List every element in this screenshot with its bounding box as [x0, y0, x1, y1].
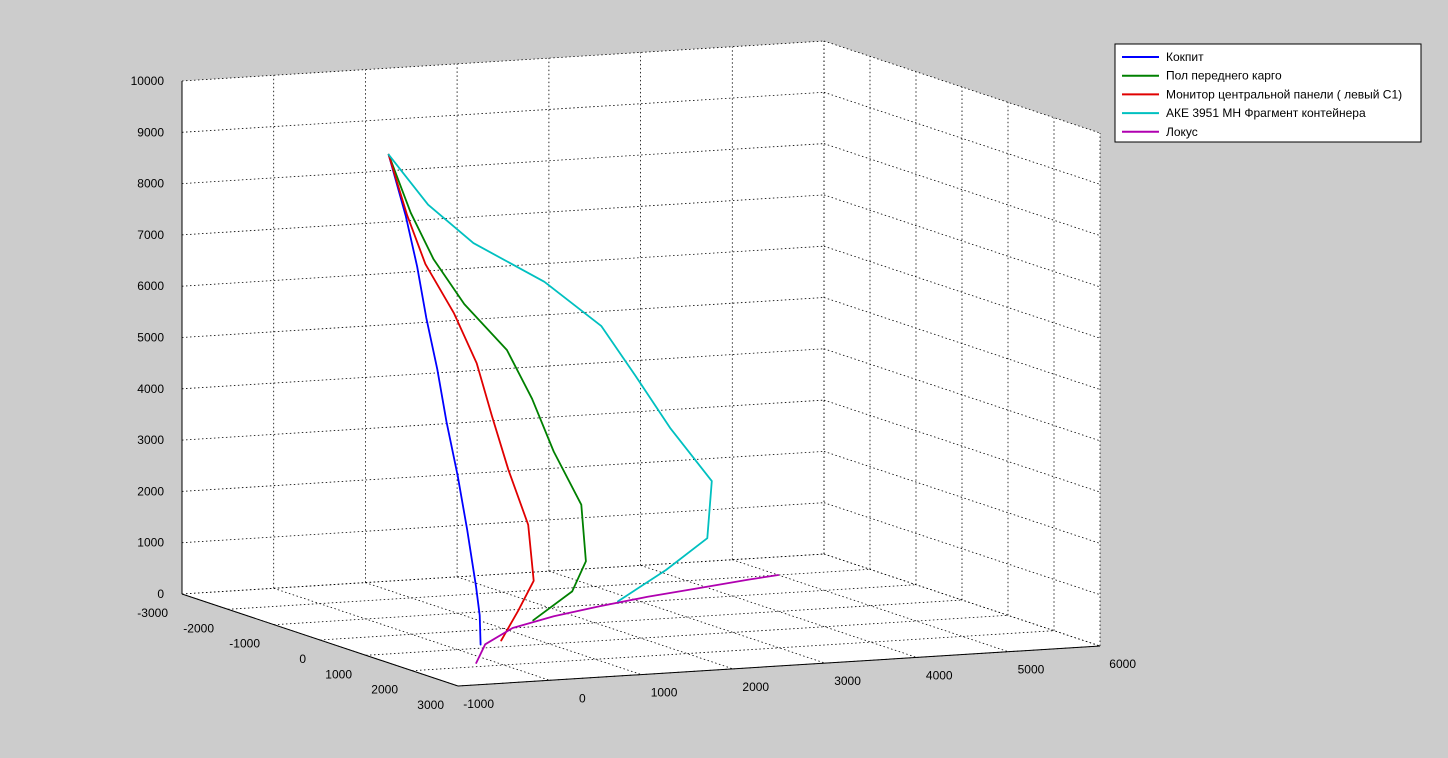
- z-tick-label: 8000: [137, 177, 164, 191]
- x-tick-label: 0: [579, 691, 586, 705]
- z-tick-label: 4000: [137, 382, 164, 396]
- y-tick-label: -1000: [229, 637, 260, 651]
- y-tick-label: -2000: [183, 621, 214, 635]
- legend-label-4: Локус: [1166, 125, 1198, 139]
- z-tick-label: 5000: [137, 331, 164, 345]
- x-tick-label: 6000: [1109, 657, 1136, 671]
- y-tick-label: 1000: [325, 667, 352, 681]
- z-tick-label: 1000: [137, 536, 164, 550]
- z-tick-label: 0: [157, 587, 164, 601]
- z-tick-label: 7000: [137, 228, 164, 242]
- x-tick-label: 3000: [834, 674, 861, 688]
- y-tick-label: 2000: [371, 683, 398, 697]
- y-tick-label: 0: [299, 652, 306, 666]
- z-tick-label: 10000: [131, 74, 165, 88]
- left-pane: [182, 81, 458, 686]
- x-tick-label: 2000: [742, 680, 769, 694]
- x-tick-label: 4000: [926, 668, 953, 682]
- chart-figure: -1000 0 1000 2000 3000 4000 5000 6000 -3000 -2000…: [131, 40, 1422, 712]
- legend-label-1: Пол переднего карго: [1166, 69, 1282, 83]
- x-tick-label: -1000: [463, 697, 494, 711]
- legend-label-0: Кокпит: [1166, 50, 1204, 64]
- chart-grid: [181, 40, 1101, 687]
- legend-label-2: Монитор центральной панели ( левый С1): [1166, 87, 1402, 101]
- y-tick-label: -3000: [137, 606, 168, 620]
- legend: Кокпит Пол переднего карго Монитор централ…: [1114, 43, 1422, 143]
- x-tick-label: 1000: [651, 686, 678, 700]
- y-tick-label: 3000: [417, 698, 444, 712]
- z-tick-label: 9000: [137, 125, 164, 139]
- z-tick-label: 3000: [137, 433, 164, 447]
- legend-label-3: АКЕ 3951 МН Фрагмент контейнера: [1166, 106, 1366, 120]
- z-tick-label: 6000: [137, 279, 164, 293]
- z-tick-label: 2000: [137, 484, 164, 498]
- x-tick-label: 5000: [1018, 663, 1045, 677]
